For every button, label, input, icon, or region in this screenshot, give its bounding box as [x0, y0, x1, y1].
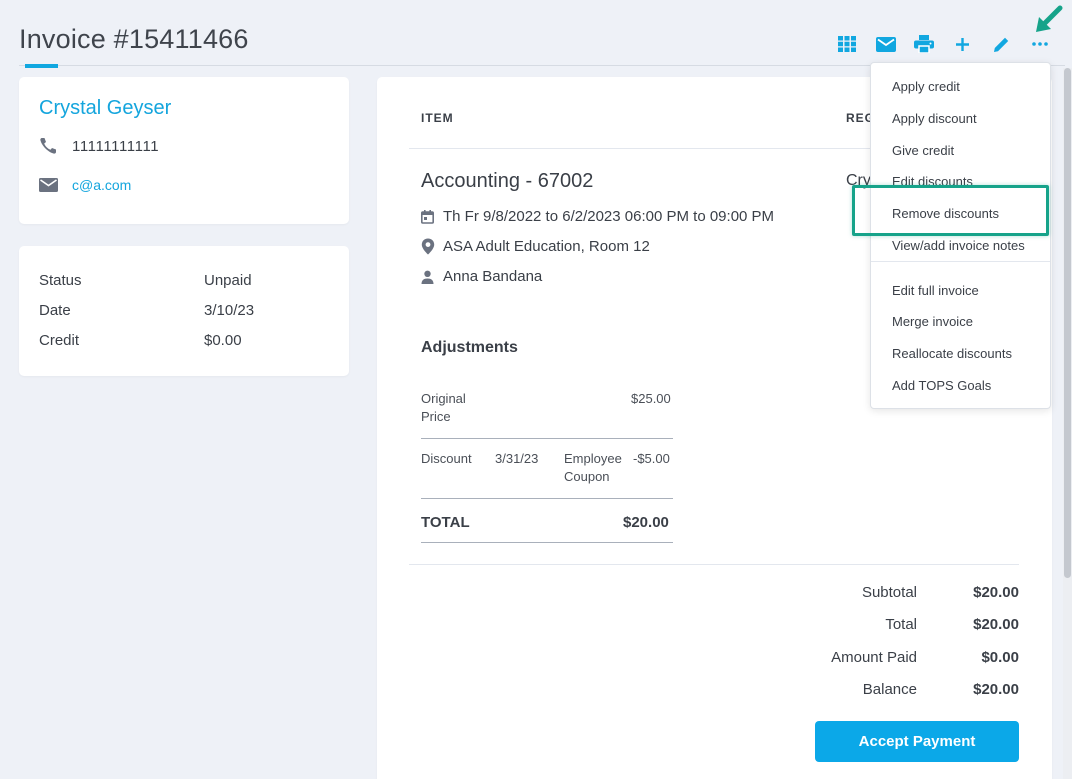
menu-item-invoice-notes[interactable]: View/add invoice notes	[892, 238, 1025, 253]
contact-name[interactable]: Crystal Geyser	[39, 97, 171, 120]
page-title: Invoice #15411466	[19, 24, 249, 54]
adjustment-divider	[421, 542, 673, 543]
location-text: ASA Adult Education, Room 12	[443, 238, 650, 255]
email-row: c@a.com	[39, 177, 131, 193]
phone-icon	[39, 137, 61, 155]
credit-label: Credit	[39, 332, 80, 349]
adjustments-heading: Adjustments	[421, 339, 518, 356]
discount-name: Employee Coupon	[564, 450, 622, 486]
print-icon	[914, 35, 935, 53]
adjustment-divider	[421, 438, 673, 439]
summary-divider	[409, 564, 1019, 565]
original-label-line1: Original	[421, 391, 466, 406]
status-label: Status	[39, 272, 82, 289]
menu-item-merge-invoice[interactable]: Merge invoice	[892, 314, 973, 329]
menu-item-apply-discount[interactable]: Apply discount	[892, 111, 977, 126]
calendar-icon	[421, 209, 437, 224]
adjustment-total-label: TOTAL	[421, 514, 470, 531]
grid-view-button[interactable]	[828, 32, 867, 56]
contact-card: Crystal Geyser 11111111111 c@a.com	[19, 77, 349, 224]
menu-item-give-credit[interactable]: Give credit	[892, 143, 954, 158]
original-label-line2: Price	[421, 409, 451, 424]
more-icon	[1031, 42, 1048, 46]
mail-icon	[875, 36, 896, 52]
discount-date: 3/31/23	[495, 451, 539, 466]
total-value: $20.00	[973, 616, 1019, 633]
subtotal-label: Subtotal	[861, 584, 917, 601]
amount-paid-label: Amount Paid	[831, 649, 917, 666]
adjustment-divider	[421, 498, 673, 499]
subtotal-value: $20.00	[973, 584, 1019, 601]
discount-name-line1: Employee	[564, 451, 622, 466]
plus-icon	[956, 37, 970, 51]
invoice-toolbar	[828, 32, 1059, 56]
discount-label: Discount	[421, 451, 472, 466]
edit-button[interactable]	[982, 32, 1021, 56]
item-column-header: ITEM	[421, 111, 454, 125]
annotation-arrow-icon	[1036, 5, 1063, 32]
discount-name-line2: Coupon	[564, 469, 610, 484]
envelope-icon	[39, 178, 61, 192]
location-pin-icon	[421, 238, 437, 255]
grid-icon	[838, 36, 857, 52]
original-price-value: $25.00	[631, 391, 671, 406]
schedule-line: Th Fr 9/8/2022 to 6/2/2023 06:00 PM to 0…	[421, 208, 774, 225]
menu-item-apply-credit[interactable]: Apply credit	[892, 79, 960, 94]
date-value: 3/10/23	[204, 302, 255, 319]
add-button[interactable]	[944, 32, 983, 56]
instructor-text: Anna Bandana	[443, 268, 543, 285]
accept-payment-button[interactable]: Accept Payment	[815, 721, 1019, 762]
person-icon	[421, 270, 437, 284]
email-link[interactable]: c@a.com	[72, 177, 131, 193]
status-value: Unpaid	[204, 272, 252, 289]
item-title: Accounting - 67002	[421, 170, 594, 192]
scrollbar-thumb[interactable]	[1064, 68, 1071, 578]
page-scrollbar[interactable]	[1063, 68, 1072, 779]
menu-divider	[871, 261, 1050, 262]
total-label: Total	[885, 616, 917, 633]
phone-number: 11111111111	[72, 137, 160, 155]
location-line: ASA Adult Education, Room 12	[421, 238, 650, 255]
balance-value: $20.00	[973, 681, 1019, 698]
original-price-label: Original Price	[421, 390, 466, 426]
title-accent-bar	[25, 64, 58, 68]
instructor-line: Anna Bandana	[421, 268, 542, 285]
print-button[interactable]	[905, 32, 944, 56]
balance-label: Balance	[862, 681, 917, 698]
date-label: Date	[39, 302, 71, 319]
menu-item-reallocate-discounts[interactable]: Reallocate discounts	[892, 346, 1012, 361]
remove-discounts-highlight	[852, 185, 1049, 236]
discount-value: -$5.00	[633, 451, 670, 466]
invoice-status-card: Status Unpaid Date 3/10/23 Credit $0.00	[19, 246, 349, 376]
credit-value: $0.00	[204, 332, 242, 349]
menu-item-edit-full-invoice[interactable]: Edit full invoice	[892, 283, 979, 298]
amount-paid-value: $0.00	[981, 649, 1019, 666]
adjustment-total-value: $20.00	[623, 514, 669, 531]
email-button[interactable]	[867, 32, 906, 56]
phone-row: 11111111111	[39, 137, 159, 155]
menu-item-add-tops-goals[interactable]: Add TOPS Goals	[892, 378, 991, 393]
pencil-icon	[993, 37, 1008, 52]
schedule-text: Th Fr 9/8/2022 to 6/2/2023 06:00 PM to 0…	[443, 208, 775, 225]
